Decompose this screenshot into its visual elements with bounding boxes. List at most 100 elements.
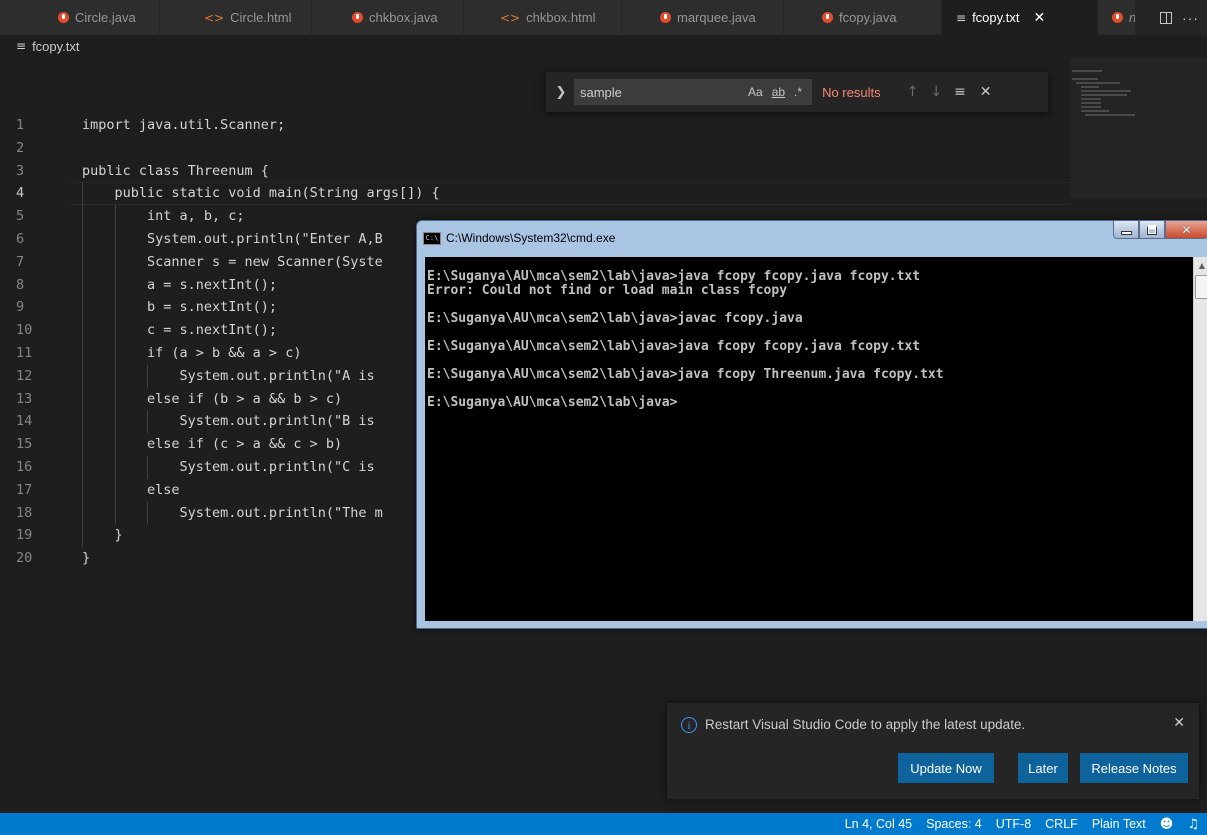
scroll-up-icon[interactable]: ▲ — [1194, 257, 1207, 274]
html-file-icon: <> — [500, 10, 521, 25]
line-number: 19 — [16, 527, 33, 544]
line-number: 16 — [16, 458, 33, 475]
line-number: 10 — [16, 322, 33, 339]
tab-chkbox-html[interactable]: <> chkbox.html — [464, 0, 622, 35]
line-number: 13 — [16, 390, 33, 407]
update-now-button[interactable]: Update Now — [898, 753, 994, 783]
code-text: System.out.println("The m — [82, 504, 383, 521]
cmd-scrollbar[interactable]: ▲ — [1193, 257, 1207, 621]
code-text: System.out.println("B is — [82, 413, 375, 430]
later-button[interactable]: Later — [1018, 753, 1068, 783]
split-editor-icon[interactable] — [1160, 11, 1172, 24]
java-file-icon — [352, 12, 363, 23]
more-actions-icon[interactable]: ··· — [1182, 10, 1199, 26]
cmd-console-output[interactable]: E:\Suganya\AU\mca\sem2\lab\java>java fco… — [425, 257, 1193, 621]
cmd-window[interactable]: C:\ C:\Windows\System32\cmd.exe ✕ E:\Sug… — [416, 220, 1207, 629]
whole-word-toggle[interactable]: ab — [772, 85, 785, 99]
cmd-title-bar[interactable]: C:\ C:\Windows\System32\cmd.exe — [423, 227, 615, 249]
text-file-icon: ≡ — [16, 39, 27, 53]
notification-message: Restart Visual Studio Code to apply the … — [705, 717, 1026, 732]
find-query: sample — [580, 84, 622, 100]
language-mode[interactable]: Plain Text — [1092, 817, 1146, 831]
tab-label: marquee.java — [677, 10, 756, 25]
tab-label: Circle.html — [230, 10, 292, 25]
cmd-title: C:\Windows\System32\cmd.exe — [446, 231, 616, 245]
code-line[interactable]: 4 public static void main(String args[])… — [0, 182, 1100, 206]
code-text: System.out.println("Enter A,B — [82, 230, 383, 247]
scroll-thumb[interactable] — [1195, 275, 1207, 299]
code-text: System.out.println("A is — [82, 367, 375, 384]
end-of-line[interactable]: CRLF — [1045, 817, 1078, 831]
close-icon[interactable]: ✕ — [1173, 715, 1185, 731]
tab-label: fcopy.txt — [972, 10, 1020, 25]
code-line[interactable]: 3 public class Threenum { — [0, 160, 1100, 183]
tab-label: chkbox.html — [526, 10, 596, 25]
close-icon: ✕ — [1181, 222, 1192, 237]
close-button[interactable]: ✕ — [1165, 221, 1207, 239]
indentation[interactable]: Spaces: 4 — [926, 817, 982, 831]
info-icon: i — [681, 717, 697, 733]
code-text: int a, b, c; — [82, 208, 245, 225]
code-text: b = s.nextInt(); — [82, 299, 278, 316]
code-text: if (a > b && a > c) — [82, 344, 302, 361]
find-options: Aa ab .* — [748, 85, 802, 99]
maximize-icon — [1147, 224, 1157, 235]
code-text: public static void main(String args[]) { — [82, 185, 440, 202]
text-file-icon: ≡ — [956, 10, 967, 25]
close-icon[interactable]: ✕ — [980, 84, 992, 100]
tab-circle-html[interactable]: <> Circle.html — [160, 0, 312, 35]
breadcrumb-file[interactable]: fcopy.txt — [32, 39, 79, 54]
notifications-bell-icon[interactable]: ♫ — [1187, 817, 1199, 832]
line-number: 17 — [16, 481, 33, 498]
previous-match-icon[interactable]: ↑ — [907, 84, 919, 100]
tab-chkbox-java[interactable]: chkbox.java — [312, 0, 464, 35]
html-file-icon: <> — [204, 10, 225, 25]
window-controls: ✕ — [1113, 221, 1207, 239]
match-case-toggle[interactable]: Aa — [748, 85, 763, 99]
line-number: 20 — [16, 550, 33, 567]
release-notes-button[interactable]: Release Notes — [1080, 753, 1188, 783]
tab-label: Circle.java — [75, 10, 136, 25]
code-text: a = s.nextInt(); — [82, 276, 278, 293]
find-in-selection-icon[interactable]: ≡ — [954, 84, 966, 100]
line-number: 14 — [16, 413, 33, 430]
line-number: 4 — [16, 185, 25, 202]
toggle-replace-icon[interactable]: ❯ — [552, 85, 570, 100]
code-text: System.out.println("C is — [82, 458, 375, 475]
cmd-app-icon[interactable]: C:\ — [423, 231, 441, 245]
code-text: Scanner s = new Scanner(Syste — [82, 253, 383, 270]
code-line[interactable]: 1 import java.util.Scanner; — [0, 114, 1100, 137]
code-text: } — [82, 527, 123, 544]
line-number: 1 — [16, 117, 25, 133]
code-text: } — [82, 550, 91, 567]
line-number: 3 — [16, 162, 25, 179]
tab-label: fcopy.java — [839, 10, 897, 25]
next-match-icon[interactable]: ↓ — [930, 84, 942, 100]
code-text: else if (b > a && b > c) — [82, 390, 343, 407]
line-number: 12 — [16, 367, 33, 384]
maximize-button[interactable] — [1139, 221, 1165, 239]
line-number: 7 — [16, 253, 25, 270]
close-icon[interactable]: ✕ — [1034, 10, 1046, 26]
code-text: c = s.nextInt(); — [82, 322, 278, 339]
tab-marquee-java[interactable]: marquee.java — [622, 0, 784, 35]
feedback-icon[interactable]: ☻ — [1160, 817, 1174, 832]
tab-circle-java[interactable]: Circle.java — [0, 0, 160, 35]
line-number: 11 — [16, 344, 33, 361]
code-text: public class Threenum { — [82, 162, 269, 179]
java-file-icon — [1112, 12, 1123, 23]
encoding[interactable]: UTF-8 — [996, 817, 1031, 831]
java-file-icon — [822, 12, 833, 23]
minimize-button[interactable] — [1113, 221, 1139, 239]
tab-overflow[interactable]: n — [1098, 0, 1138, 35]
tab-fcopy-java[interactable]: fcopy.java — [784, 0, 942, 35]
code-line[interactable]: 2 — [0, 137, 1100, 160]
breadcrumb[interactable]: ≡ fcopy.txt — [0, 35, 1207, 57]
cursor-position[interactable]: Ln 4, Col 45 — [845, 817, 912, 831]
update-notification: i Restart Visual Studio Code to apply th… — [667, 703, 1199, 799]
minimap[interactable] — [1072, 70, 1142, 130]
regex-toggle[interactable]: .* — [794, 85, 802, 99]
tab-fcopy-txt[interactable]: ≡ fcopy.txt ✕ — [942, 0, 1098, 35]
line-number: 8 — [16, 276, 25, 293]
java-file-icon — [58, 12, 69, 23]
